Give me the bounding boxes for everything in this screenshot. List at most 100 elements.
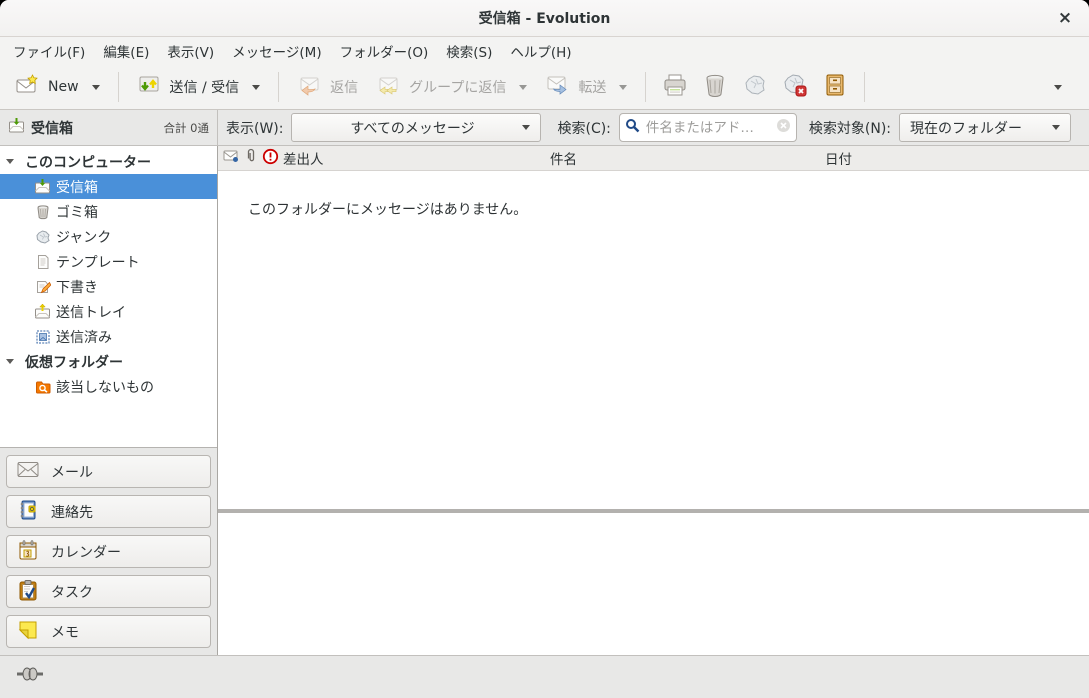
clear-search-icon[interactable] — [776, 118, 791, 137]
inbox-icon — [34, 178, 51, 195]
not-junk-button[interactable] — [775, 67, 815, 107]
toolbar: New 送信 / 受信 返信 グループに返信 転送 — [0, 65, 1089, 110]
tree-item-drafts[interactable]: 下書き — [0, 274, 217, 299]
tree-item-inbox[interactable]: 受信箱 — [0, 174, 217, 199]
reply-button[interactable]: 返信 — [288, 68, 367, 106]
overflow-dropdown-arrow-icon — [1054, 85, 1062, 90]
forward-icon — [545, 73, 569, 101]
new-message-label: New — [48, 79, 79, 95]
tree-group-virtual-folders[interactable]: 仮想フォルダー — [0, 349, 217, 374]
switcher-label: タスク — [51, 582, 93, 602]
tree-item-outbox[interactable]: 送信トレイ — [0, 299, 217, 324]
message-area: 差出人 件名 日付 このフォルダーにメッセージはありません。 — [218, 146, 1089, 655]
close-button[interactable]: × — [1053, 6, 1077, 30]
menu-folder[interactable]: フォルダー(O) — [331, 37, 438, 65]
archive-button[interactable] — [815, 67, 855, 107]
important-column-icon[interactable] — [262, 148, 279, 169]
outbox-icon — [34, 303, 51, 320]
show-filter-arrow-icon — [522, 125, 530, 130]
message-status-column-icon[interactable] — [223, 148, 240, 168]
switcher-tasks-button[interactable]: タスク — [6, 575, 211, 608]
search-label: 検索(C): — [557, 118, 610, 138]
tree-item-label: 送信済み — [56, 327, 112, 347]
message-list[interactable]: このフォルダーにメッセージはありません。 — [218, 171, 1089, 509]
switcher-calendar-button[interactable]: カレンダー — [6, 535, 211, 568]
menu-help[interactable]: ヘルプ(H) — [501, 37, 580, 65]
sent-stamp-icon — [34, 328, 51, 345]
mail-icon — [17, 461, 39, 483]
switcher-mail-button[interactable]: メール — [6, 455, 211, 488]
expander-icon[interactable] — [6, 159, 14, 164]
show-filter-dropdown[interactable]: すべてのメッセージ — [291, 113, 541, 142]
tree-item-trash[interactable]: ゴミ箱 — [0, 199, 217, 224]
tree-item-label: 該当しないもの — [56, 377, 154, 397]
folder-tree: このコンピューター 受信箱 ゴミ箱 ジャンク テンプレート — [0, 146, 217, 448]
tree-item-unmatched[interactable]: 該当しないもの — [0, 374, 217, 399]
switcher-memos-button[interactable]: メモ — [6, 615, 211, 648]
menu-file[interactable]: ファイル(F) — [4, 37, 94, 65]
send-receive-button[interactable]: 送信 / 受信 — [128, 68, 270, 106]
attachment-column-icon[interactable] — [244, 148, 258, 168]
toolbar-separator — [645, 72, 646, 102]
sidebar: このコンピューター 受信箱 ゴミ箱 ジャンク テンプレート — [0, 146, 218, 655]
message-list-header: 差出人 件名 日付 — [218, 146, 1089, 171]
tree-item-junk[interactable]: ジャンク — [0, 224, 217, 249]
close-icon: × — [1058, 8, 1072, 28]
new-message-button[interactable]: New — [6, 68, 109, 106]
column-date[interactable]: 日付 — [825, 146, 852, 170]
send-receive-icon — [137, 73, 161, 101]
group-reply-button[interactable]: グループに返信 — [367, 68, 536, 106]
tree-item-label: ゴミ箱 — [56, 202, 98, 222]
toolbar-separator — [864, 72, 865, 102]
group-reply-dropdown-arrow-icon[interactable] — [519, 85, 527, 90]
reply-label: 返信 — [330, 77, 358, 97]
tasks-icon — [17, 579, 39, 605]
filter-bar: 受信箱 合計 0通 表示(W): すべてのメッセージ 検索(C): 検索対象(N… — [0, 110, 1089, 146]
reply-icon — [297, 73, 321, 101]
view-switcher: メール 連絡先 カレンダー タスク メモ — [0, 448, 217, 655]
menu-message[interactable]: メッセージ(M) — [223, 37, 330, 65]
search-scope-value: 現在のフォルダー — [910, 118, 1052, 138]
document-icon — [34, 253, 51, 270]
new-dropdown-arrow-icon[interactable] — [92, 85, 100, 90]
tree-group-label: 仮想フォルダー — [25, 352, 123, 372]
switcher-label: カレンダー — [51, 542, 121, 562]
contacts-icon — [17, 499, 39, 525]
empty-folder-message: このフォルダーにメッセージはありません。 — [248, 202, 527, 218]
switcher-label: メール — [51, 462, 93, 482]
switcher-contacts-button[interactable]: 連絡先 — [6, 495, 211, 528]
forward-button[interactable]: 転送 — [536, 68, 636, 106]
junk-button[interactable] — [735, 67, 775, 107]
trash-icon — [702, 72, 728, 102]
column-from[interactable]: 差出人 — [283, 148, 324, 168]
menu-search[interactable]: 検索(S) — [437, 37, 501, 65]
delete-button[interactable] — [695, 67, 735, 107]
search-icon — [625, 118, 640, 137]
tree-item-sent[interactable]: 送信済み — [0, 324, 217, 349]
content-area: このコンピューター 受信箱 ゴミ箱 ジャンク テンプレート — [0, 146, 1089, 655]
menu-view[interactable]: 表示(V) — [158, 37, 223, 65]
window-title: 受信箱 - Evolution — [479, 8, 611, 28]
send-receive-dropdown-arrow-icon[interactable] — [252, 85, 260, 90]
search-box — [619, 113, 797, 142]
column-subject[interactable]: 件名 — [550, 146, 577, 170]
titlebar: 受信箱 - Evolution × — [0, 0, 1089, 37]
online-status-icon[interactable] — [16, 666, 44, 686]
forward-dropdown-arrow-icon[interactable] — [619, 85, 627, 90]
search-input[interactable] — [644, 119, 772, 137]
expander-icon[interactable] — [6, 359, 14, 364]
tree-item-label: ジャンク — [56, 227, 111, 247]
switcher-label: メモ — [51, 622, 79, 642]
group-reply-label: グループに返信 — [409, 77, 506, 97]
status-bar — [0, 655, 1089, 698]
search-scope-dropdown[interactable]: 現在のフォルダー — [899, 113, 1071, 142]
tree-item-label: テンプレート — [56, 252, 140, 272]
search-scope-arrow-icon — [1052, 125, 1060, 130]
print-button[interactable] — [655, 67, 695, 107]
tree-group-label: このコンピューター — [25, 152, 151, 172]
menu-edit[interactable]: 編集(E) — [94, 37, 158, 65]
toolbar-overflow-button[interactable] — [1043, 80, 1069, 95]
tree-group-this-computer[interactable]: このコンピューター — [0, 149, 217, 174]
tree-item-templates[interactable]: テンプレート — [0, 249, 217, 274]
tree-item-label: 受信箱 — [56, 177, 98, 197]
